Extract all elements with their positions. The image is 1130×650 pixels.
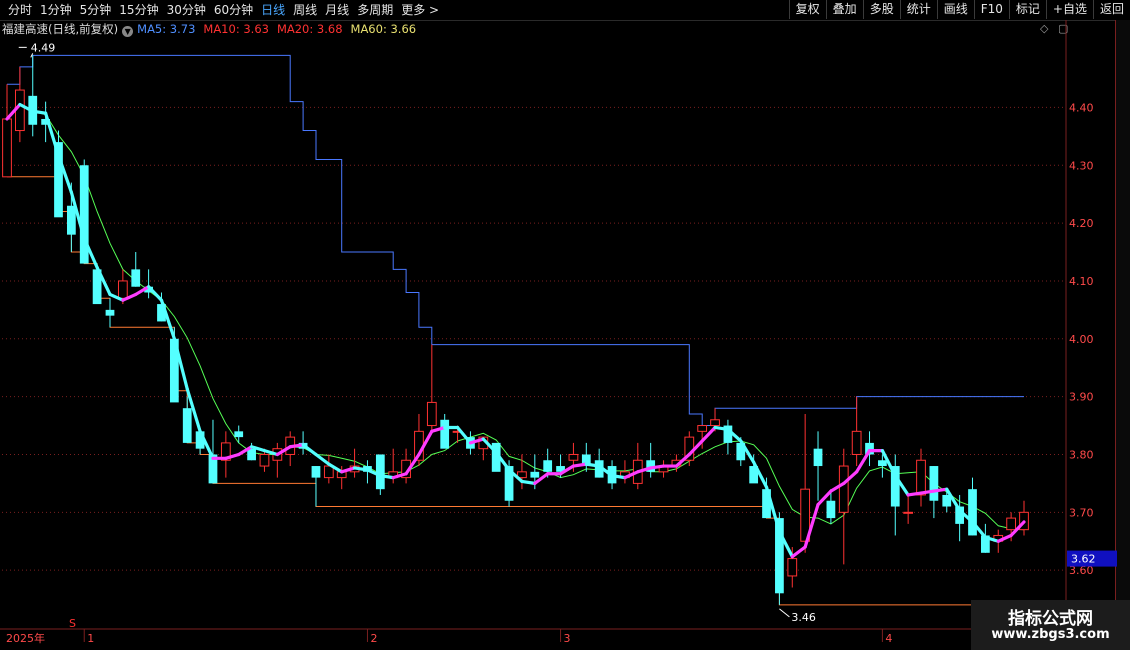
watermark-logo: 指标公式网 www.zbgs3.com xyxy=(971,600,1130,650)
candle-body-24 xyxy=(311,466,321,478)
min-price-label: 3.46 xyxy=(791,611,816,624)
upper-band-line xyxy=(7,54,1024,426)
candle-body-10 xyxy=(131,269,141,287)
current-price-label: 3.62 xyxy=(1071,553,1096,566)
x-tick-label-3: 3 xyxy=(564,632,571,645)
candle-body-72 xyxy=(929,466,939,501)
candle-body-66 xyxy=(851,430,862,455)
y-tick-label-7: 3.70 xyxy=(1069,506,1094,519)
candle-body-42 xyxy=(543,460,553,472)
trend-segment-45 xyxy=(571,462,588,468)
y-tick-label-0: 4.40 xyxy=(1069,101,1094,114)
min-pointer-line xyxy=(779,608,790,618)
x-tick-label-0: 2025年 xyxy=(6,631,45,645)
candle-body-70 xyxy=(903,511,914,514)
candle-body-68 xyxy=(878,460,887,467)
trend-segment-73 xyxy=(932,487,949,493)
trend-segment-12 xyxy=(147,285,164,302)
candle-body-65 xyxy=(838,465,849,513)
trend-segment-4 xyxy=(44,111,61,158)
trend-segment-71 xyxy=(906,491,923,497)
candlestick-chart[interactable]: 4.404.304.204.104.003.903.803.703.604.49… xyxy=(0,0,1130,650)
candle-body-29 xyxy=(375,454,385,490)
x-tick-label-4: 4 xyxy=(885,632,892,645)
candle-body-75 xyxy=(968,489,977,536)
y-tick-label-6: 3.80 xyxy=(1069,448,1094,461)
y-tick-label-5: 3.90 xyxy=(1069,391,1094,404)
trend-segment-56 xyxy=(713,425,730,432)
trend-segment-51 xyxy=(649,464,666,470)
trend-segment-30 xyxy=(378,474,395,480)
candle-body-63 xyxy=(813,448,823,467)
trend-segment-25 xyxy=(314,452,331,466)
y-tick-label-2: 4.20 xyxy=(1069,217,1094,230)
candle-body-54 xyxy=(697,425,708,432)
max-price-label: 4.49 xyxy=(31,41,55,54)
trend-segment-46 xyxy=(584,462,601,468)
candle-body-55 xyxy=(710,419,720,427)
trend-segment-28 xyxy=(352,466,370,472)
yellow-ma-line xyxy=(6,103,1025,558)
x-tick-label-1: 1 xyxy=(87,632,94,645)
watermark-title: 指标公式网 xyxy=(1008,609,1093,629)
candle-body-14 xyxy=(182,408,192,443)
lower-band-line xyxy=(7,176,1024,606)
candle-body-34 xyxy=(440,419,450,449)
trend-segment-41 xyxy=(520,479,537,485)
trend-segment-48 xyxy=(610,474,627,480)
y-tick-label-3: 4.10 xyxy=(1069,275,1094,288)
candle-body-61 xyxy=(787,558,798,577)
x-tick-label-2: 2 xyxy=(370,632,377,645)
y-tick-label-4: 4.00 xyxy=(1069,333,1094,346)
candle-body-64 xyxy=(826,500,836,519)
candle-body-5 xyxy=(66,205,76,235)
trend-segment-62 xyxy=(790,545,807,559)
candle-body-0 xyxy=(2,118,12,178)
candle-body-18 xyxy=(234,431,244,438)
trend-segment-24 xyxy=(301,443,318,457)
y-tick-label-1: 4.30 xyxy=(1069,159,1094,172)
trend-segment-23 xyxy=(288,443,305,449)
candle-body-33 xyxy=(426,401,437,427)
candle-body-44 xyxy=(568,453,579,461)
event-marker: S xyxy=(69,617,76,630)
watermark-url: www.zbgs3.com xyxy=(991,627,1110,642)
candle-body-71 xyxy=(916,459,926,496)
candle-body-8 xyxy=(105,309,115,316)
candle-body-78 xyxy=(1006,517,1017,531)
candle-body-41 xyxy=(530,471,540,478)
candle-body-9 xyxy=(117,280,128,299)
trend-segment-3 xyxy=(31,109,48,115)
trend-segment-72 xyxy=(919,489,936,495)
candle-body-20 xyxy=(259,453,270,467)
